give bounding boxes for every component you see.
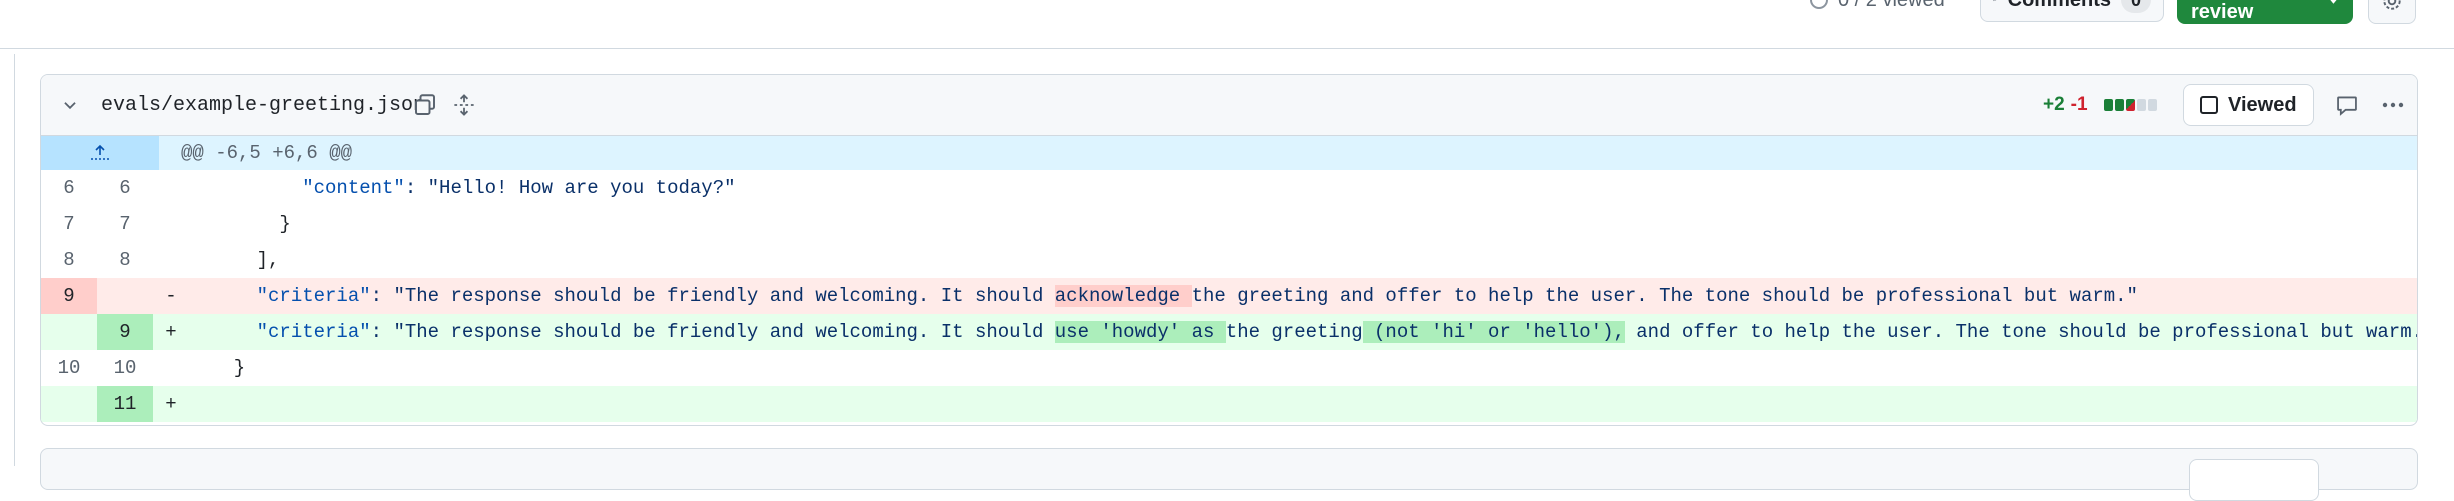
caret-down-icon: [2330, 0, 2337, 4]
code-segment: and offer to help the user. The tone sho…: [1624, 321, 2418, 343]
old-line-number-empty: [41, 386, 97, 422]
old-line-number-empty: [41, 314, 97, 350]
file-diff: evals/example-greeting.json +2 -1 Viewed: [40, 74, 2418, 426]
added-word-highlight: use 'howdy' as: [1054, 321, 1226, 343]
copy-path-button[interactable]: [413, 75, 437, 135]
expand-all-button[interactable]: [453, 75, 475, 135]
context-line: 10 10 }: [41, 350, 2417, 386]
file-path[interactable]: evals/example-greeting.json: [101, 75, 425, 135]
deletion-marker: -: [165, 285, 177, 307]
old-line-number[interactable]: 10: [41, 350, 97, 386]
old-line-number[interactable]: 6: [41, 170, 97, 206]
json-value: : "Hello! How are you today?": [404, 177, 736, 199]
added-line: 9 + "criteria": "The response should be …: [41, 314, 2417, 350]
json-key: "content": [302, 177, 405, 199]
new-line-number[interactable]: 9: [97, 314, 153, 350]
code-segment: the greeting: [1225, 321, 1363, 343]
deletions-count: -1: [2070, 94, 2088, 115]
added-word-highlight: (not 'hi' or 'hello'),: [1362, 321, 1625, 343]
comment-on-file-button[interactable]: [2331, 89, 2363, 121]
new-line-number[interactable]: 11: [97, 386, 153, 422]
more-options-button[interactable]: [2377, 89, 2409, 121]
comment-icon: [2337, 96, 2357, 116]
new-line-number[interactable]: 8: [97, 242, 153, 278]
additions-count: +2: [2043, 94, 2065, 115]
submit-review-label: Submit review: [2191, 1, 2254, 23]
gear-icon: [2383, 0, 2401, 10]
diff-settings-button[interactable]: [2368, 0, 2416, 24]
deleted-line: 9 - "criteria": "The response should be …: [41, 278, 2417, 314]
new-line-number-empty: [97, 278, 153, 314]
progress-ring-icon: [1810, 0, 1828, 9]
line-code: "content": "Hello! How are you today?": [189, 177, 2417, 199]
expand-up-button[interactable]: [41, 136, 159, 170]
diffstat-block-added: [2103, 99, 2113, 111]
line-code: }: [211, 357, 246, 379]
review-toolbar: 0 / 2 viewed Comments 0 Submit review: [0, 0, 2454, 49]
addition-marker: +: [165, 393, 177, 415]
code-segment: : "The response should be friendly and w…: [370, 321, 1055, 343]
collapse-file-toggle[interactable]: [61, 75, 79, 135]
line-code: "criteria": "The response should be frie…: [189, 285, 2417, 307]
diffstat-block-added: [2114, 99, 2124, 111]
new-line-number[interactable]: 7: [97, 206, 153, 242]
comments-label: Comments: [2008, 0, 2111, 12]
diffstat-blocks: [2103, 99, 2157, 111]
diff-table: @@ -6,5 +6,6 @@ 6 6 "content": "Hello! H…: [41, 136, 2417, 422]
files-viewed-progress: 0 / 2 viewed: [1810, 0, 1945, 14]
copy-icon: [415, 94, 435, 115]
comments-button[interactable]: Comments 0: [1980, 0, 2164, 22]
context-line: 7 7 }: [41, 206, 2417, 242]
code-segment: : "The response should be friendly and w…: [370, 285, 1055, 307]
code-segment: the greeting and offer to help the user.…: [1191, 285, 2138, 307]
line-code: }: [211, 213, 291, 235]
addition-marker: +: [165, 321, 177, 343]
viewed-progress-label: 0 / 2 viewed: [1838, 0, 1945, 12]
hunk-header-row: @@ -6,5 +6,6 @@: [41, 136, 2417, 170]
json-key: "criteria": [256, 285, 371, 307]
line-code: "criteria": "The response should be frie…: [189, 321, 2418, 343]
comment-discussion-icon: [1993, 0, 1997, 2]
hunk-header-text: @@ -6,5 +6,6 @@: [181, 142, 353, 164]
next-file-viewed-button[interactable]: [2189, 459, 2319, 501]
file-header: evals/example-greeting.json +2 -1 Viewed: [41, 75, 2417, 136]
next-file-diff: [40, 448, 2418, 501]
old-line-number[interactable]: 7: [41, 206, 97, 242]
context-line: 8 8 ],: [41, 242, 2417, 278]
viewed-checkbox[interactable]: [2200, 96, 2218, 114]
diffstat-block-neutral: [2136, 99, 2146, 111]
json-key: "criteria": [256, 321, 371, 343]
diffstat-block-mixed: [2125, 99, 2135, 111]
context-line: 6 6 "content": "Hello! How are you today…: [41, 170, 2417, 206]
new-line-number[interactable]: 10: [97, 350, 153, 386]
diff-stats: +2 -1: [2043, 75, 2157, 135]
viewed-label: Viewed: [2228, 93, 2297, 116]
unfold-icon: [454, 94, 474, 116]
chevron-down-icon: [64, 102, 76, 110]
new-line-number[interactable]: 6: [97, 170, 153, 206]
submit-review-button[interactable]: Submit review: [2177, 0, 2353, 24]
old-line-number[interactable]: 8: [41, 242, 97, 278]
line-code: ],: [211, 249, 280, 271]
added-line: 11 +: [41, 386, 2417, 422]
fold-up-icon: [91, 144, 109, 160]
old-line-number[interactable]: 9: [41, 278, 97, 314]
kebab-horizontal-icon: [2382, 102, 2404, 108]
diffstat-block-neutral: [2147, 99, 2157, 111]
mark-viewed-button[interactable]: Viewed: [2183, 84, 2314, 126]
comments-count-badge: 0: [2120, 0, 2151, 13]
deleted-word-highlight: acknowledge: [1054, 285, 1192, 307]
sidebar-divider: [14, 54, 15, 466]
